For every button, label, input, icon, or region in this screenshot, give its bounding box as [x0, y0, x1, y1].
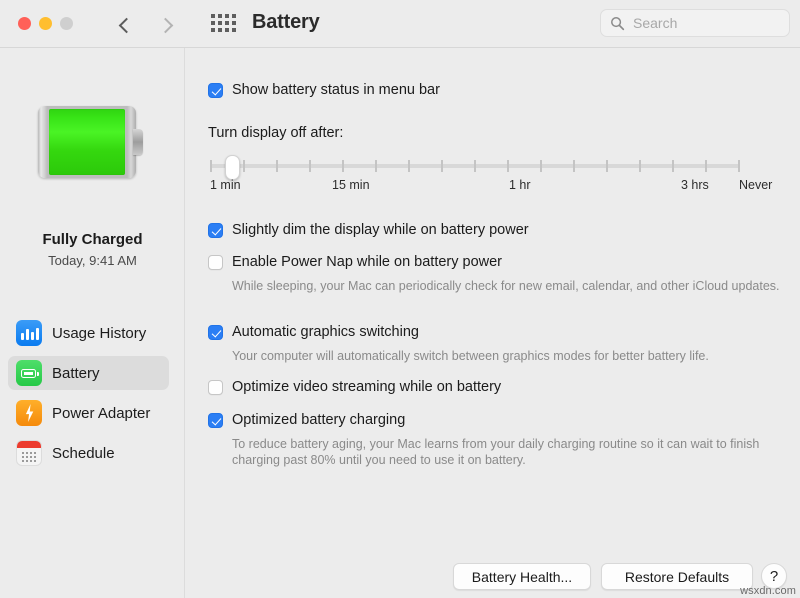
minimize-window-button[interactable]	[39, 17, 52, 30]
slightly-dim-row[interactable]: Slightly dim the display while on batter…	[208, 221, 529, 239]
restore-defaults-button[interactable]: Restore Defaults	[601, 563, 753, 590]
power-nap-label: Enable Power Nap while on battery power	[232, 254, 503, 270]
lightning-bolt-icon	[16, 400, 42, 426]
slightly-dim-checkbox[interactable]	[208, 223, 223, 238]
content-pane: Show battery status in menu bar Turn dis…	[186, 48, 800, 598]
traffic-lights	[18, 17, 73, 30]
slider-label-1-min: 1 min	[210, 178, 241, 192]
sidebar-item-label: Battery	[52, 364, 100, 382]
turn-display-off-label: Turn display off after:	[208, 125, 344, 141]
battery-preferences-window: Battery Search Fully Charged Today, 9:41…	[0, 0, 800, 598]
watermark-text: wsxdn.com	[740, 585, 796, 597]
power-nap-row[interactable]: Enable Power Nap while on battery power	[208, 253, 502, 271]
battery-full-graphic	[38, 106, 143, 178]
slider-label-never: Never	[739, 178, 773, 192]
optimized-charging-label: Optimized battery charging	[232, 412, 406, 428]
optimize-video-row[interactable]: Optimize video streaming while on batter…	[208, 378, 501, 396]
graphics-switching-label: Automatic graphics switching	[232, 324, 419, 340]
chevron-right-icon[interactable]	[156, 10, 182, 38]
charge-status-text: Fully Charged	[42, 231, 143, 248]
sidebar-item-usage-history[interactable]: Usage History	[8, 316, 169, 350]
power-nap-description: While sleeping, your Mac can periodicall…	[232, 279, 780, 293]
sidebar-item-label: Power Adapter	[52, 404, 151, 422]
sidebar: Fully Charged Today, 9:41 AM Usage Histo…	[0, 48, 185, 598]
sidebar-list: Usage History Battery Power Adapter Sche…	[0, 316, 185, 476]
calendar-icon	[16, 440, 42, 466]
sidebar-item-schedule[interactable]: Schedule	[8, 436, 169, 470]
graphics-switching-description: Your computer will automatically switch …	[232, 349, 709, 363]
battery-health-button[interactable]: Battery Health...	[453, 563, 591, 590]
display-sleep-slider[interactable]	[210, 155, 740, 180]
window-titlebar: Battery Search	[0, 0, 800, 48]
optimized-charging-row[interactable]: Optimized battery charging	[208, 411, 405, 429]
slightly-dim-label: Slightly dim the display while on batter…	[232, 222, 529, 238]
sidebar-item-label: Schedule	[52, 444, 115, 462]
optimize-video-checkbox[interactable]	[208, 380, 223, 395]
power-nap-checkbox[interactable]	[208, 255, 223, 270]
optimize-video-label: Optimize video streaming while on batter…	[232, 379, 502, 395]
show-battery-status-label: Show battery status in menu bar	[232, 82, 440, 98]
search-icon	[611, 17, 625, 31]
sidebar-item-battery[interactable]: Battery	[8, 356, 169, 390]
zoom-window-button[interactable]	[60, 17, 73, 30]
optimized-charging-description: To reduce battery aging, your Mac learns…	[232, 437, 760, 467]
slider-label-1-hr: 1 hr	[509, 178, 531, 192]
optimized-charging-checkbox[interactable]	[208, 413, 223, 428]
chevron-left-icon[interactable]	[112, 10, 138, 38]
show-all-grid-icon[interactable]	[211, 14, 236, 34]
show-battery-status-row[interactable]: Show battery status in menu bar	[208, 81, 440, 99]
page-title: Battery	[252, 11, 320, 33]
search-placeholder: Search	[633, 15, 678, 31]
close-window-button[interactable]	[18, 17, 31, 30]
bar-chart-icon	[16, 320, 42, 346]
slider-thumb[interactable]	[225, 155, 240, 180]
slider-label-15-min: 15 min	[332, 178, 370, 192]
sidebar-item-label: Usage History	[52, 324, 147, 342]
graphics-switching-row[interactable]: Automatic graphics switching	[208, 323, 419, 341]
graphics-switching-checkbox[interactable]	[208, 325, 223, 340]
slider-label-3-hrs: 3 hrs	[681, 178, 709, 192]
battery-icon	[16, 360, 42, 386]
sidebar-item-power-adapter[interactable]: Power Adapter	[8, 396, 169, 430]
show-battery-status-checkbox[interactable]	[208, 83, 223, 98]
navigation-buttons	[112, 10, 182, 38]
search-input[interactable]: Search	[600, 9, 790, 37]
charge-time-text: Today, 9:41 AM	[48, 253, 137, 268]
